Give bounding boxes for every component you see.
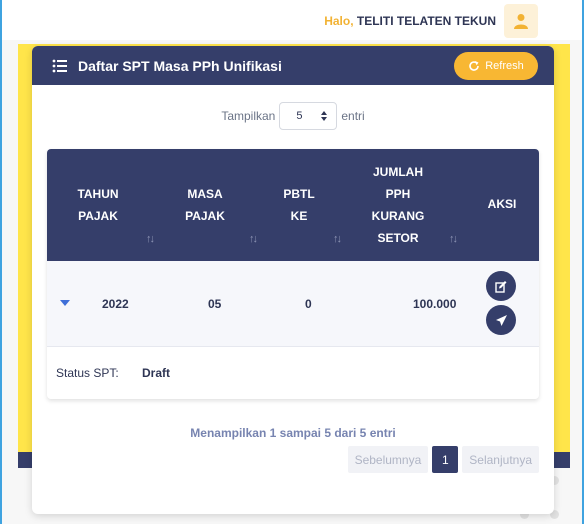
col-masa-pajak[interactable]: MASA PAJAK (177, 183, 233, 227)
user-avatar[interactable] (504, 4, 538, 38)
pagination: Sebelumnya 1 Selanjutnya (347, 446, 539, 473)
col-label: AKSI (487, 197, 517, 211)
prev-page-button[interactable]: Sebelumnya (347, 446, 429, 473)
table-header: TAHUN PAJAK ↑↓ MASA PAJAK ↑↓ PBTL KE ↑↓ … (47, 149, 539, 261)
edit-button[interactable] (486, 271, 516, 301)
card-title: Daftar SPT Masa PPh Unifikasi (78, 57, 282, 74)
refresh-button[interactable]: Refresh (454, 52, 538, 80)
table-row[interactable]: 2022 05 0 100.000 (47, 261, 539, 347)
cell-pbtl: 0 (305, 297, 312, 311)
entries-select[interactable]: 5 (279, 102, 338, 130)
user-icon (514, 14, 528, 29)
sort-icon[interactable]: ↑↓ (333, 233, 342, 245)
col-label: PAJAK (185, 209, 225, 223)
col-label: MASA (187, 187, 223, 201)
expand-caret-icon[interactable] (60, 300, 70, 306)
col-pbtl-ke[interactable]: PBTL KE (271, 183, 327, 227)
col-tahun-pajak[interactable]: TAHUN PAJAK (70, 183, 126, 227)
row-detail: Status SPT: Draft (47, 347, 539, 399)
cell-tahun: 2022 (102, 297, 129, 311)
col-label: KE (290, 209, 308, 223)
list-icon (52, 59, 67, 72)
sort-icon[interactable]: ↑↓ (146, 233, 155, 245)
top-bar: Halo, TELITI TELATEN TEKUN (0, 0, 584, 40)
col-label: PBTL (283, 187, 315, 201)
status-badge: Draft (142, 366, 171, 380)
col-jumlah-pph[interactable]: JUMLAH PPH KURANG SETOR (363, 161, 433, 249)
col-label: PAJAK (78, 209, 118, 223)
pagination-info: Menampilkan 1 sampai 5 dari 5 entri (190, 426, 396, 440)
page-1-button[interactable]: 1 (432, 446, 459, 473)
col-label: SETOR (377, 231, 419, 245)
show-suffix: entri (341, 109, 365, 123)
col-label: TAHUN (77, 187, 119, 201)
col-aksi: AKSI (479, 193, 525, 215)
col-label: PPH (385, 187, 411, 201)
sort-icon[interactable]: ↑↓ (449, 233, 458, 245)
refresh-icon (469, 61, 480, 71)
send-button[interactable] (486, 305, 516, 335)
edit-icon (494, 280, 506, 293)
spt-list-card: Daftar SPT Masa PPh Unifikasi Refresh Ta… (32, 46, 554, 514)
send-icon (495, 314, 507, 326)
cell-jumlah: 100.000 (413, 297, 457, 311)
next-page-button[interactable]: Selanjutnya (462, 446, 539, 473)
greeting-text: Halo, (324, 14, 354, 28)
col-label: JUMLAH (373, 165, 423, 179)
entries-value: 5 (296, 110, 303, 122)
sort-select-icon (321, 111, 328, 121)
show-prefix: Tampilkan (221, 109, 276, 123)
refresh-label: Refresh (485, 60, 524, 72)
status-spt-label: Status SPT: (56, 366, 119, 380)
entries-per-page: Tampilkan 5 entri (32, 102, 554, 130)
user-greeting: Halo, TELITI TELATEN TEKUN (324, 14, 496, 28)
cell-masa: 05 (208, 297, 222, 311)
user-name[interactable]: TELITI TELATEN TEKUN (357, 14, 496, 28)
col-label: KURANG (371, 209, 425, 223)
card-header: Daftar SPT Masa PPh Unifikasi Refresh (32, 46, 554, 85)
sort-icon[interactable]: ↑↓ (249, 233, 258, 245)
spt-table: TAHUN PAJAK ↑↓ MASA PAJAK ↑↓ PBTL KE ↑↓ … (47, 149, 539, 399)
